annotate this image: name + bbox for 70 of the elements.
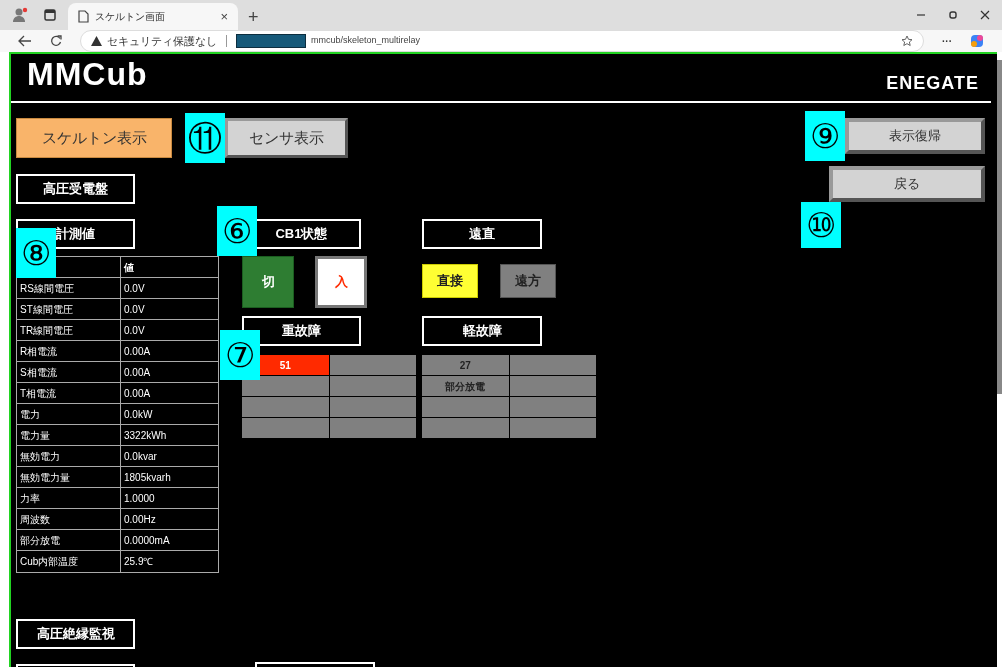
scrollbar[interactable] — [997, 60, 1002, 394]
mode-button[interactable]: スケルトン表示 — [16, 118, 172, 158]
restore-icon[interactable] — [948, 10, 958, 20]
light-fault-cell: 部分放電 — [422, 376, 509, 396]
star-icon[interactable] — [901, 35, 913, 47]
table-cell: R相電流 — [17, 341, 121, 361]
profile-icon[interactable] — [12, 7, 28, 23]
back-arrow-icon[interactable] — [18, 35, 32, 47]
table-cell: RS線間電圧 — [17, 278, 121, 298]
table-cell: 力率 — [17, 488, 121, 508]
url-text: mmcub/skeleton_multirelay — [311, 34, 421, 48]
mode-toggle[interactable]: 直接 — [422, 264, 478, 298]
redacted-block — [236, 34, 306, 48]
breaker-button[interactable]: 入 — [315, 256, 367, 308]
browser-tab[interactable]: スケルトン画面 × — [68, 3, 238, 30]
light-fault-cell: 27 — [422, 355, 509, 375]
url-field[interactable]: セキュリティ保護なし mmcub/skeleton_multirelay — [80, 30, 924, 52]
security-warning: セキュリティ保護なし — [107, 33, 217, 49]
table-cell-text: 0.00A — [123, 365, 152, 380]
number-marker: ⑪ — [185, 113, 225, 163]
table-cell-text: 0.00A — [123, 344, 152, 359]
number-marker: ⑥ — [217, 206, 257, 256]
nav-button[interactable]: 表示復帰 — [845, 118, 985, 154]
mode-toggle[interactable]: 遠方 — [500, 264, 556, 298]
copilot-icon[interactable] — [970, 34, 984, 48]
logo: MMCub — [27, 58, 148, 90]
warning-icon — [91, 36, 102, 46]
section-title: 高圧受電盤 — [16, 174, 135, 204]
table-cell: 周波数 — [17, 509, 121, 529]
close-icon[interactable] — [980, 10, 990, 20]
table-cell: S相電流 — [17, 362, 121, 382]
tab-close-button[interactable]: × — [220, 6, 228, 27]
section-title: 高圧絶縁監視 — [16, 619, 135, 649]
column-header: 値 — [123, 260, 135, 275]
section-title: 軽故障 — [422, 316, 542, 346]
new-tab-button[interactable]: + — [248, 8, 259, 26]
table-cell-text: 1805kvarh — [123, 470, 172, 485]
table-cell-text: 0.0V — [123, 302, 146, 317]
table-cell: Cub内部温度 — [17, 551, 121, 572]
mode-button[interactable]: センサ表示 — [225, 118, 348, 158]
tab-title: スケルトン画面 — [95, 10, 166, 24]
tab-strip-icon[interactable] — [44, 9, 56, 21]
nav-button[interactable]: 戻る — [829, 166, 985, 202]
number-marker: ⑧ — [16, 228, 56, 278]
table-cell: 部分放電 — [17, 530, 121, 550]
section-title: 遠直 — [422, 219, 542, 249]
table-cell: 電力量 — [17, 425, 121, 445]
table-cell-text: 3322kWh — [123, 428, 168, 443]
table-cell-text: 0.00Hz — [123, 512, 157, 527]
table-cell-text: 0.0V — [123, 281, 146, 296]
number-marker: ⑩ — [801, 202, 841, 248]
table-cell: ST線間電圧 — [17, 299, 121, 319]
table-cell: T相電流 — [17, 383, 121, 403]
table-cell-text: 0.0000mA — [123, 533, 171, 548]
table-cell: TR線間電圧 — [17, 320, 121, 340]
page-icon — [78, 10, 89, 23]
table-cell: 無効電力 — [17, 446, 121, 466]
table-cell: 無効電力量 — [17, 467, 121, 487]
table-cell-text: 0.00A — [123, 386, 152, 401]
number-marker: ⑨ — [805, 111, 845, 161]
brand-name: ENEGATE — [886, 72, 979, 95]
table-cell-text: 25.9℃ — [123, 555, 155, 569]
table-cell-text: 1.0000 — [123, 491, 156, 506]
table-cell-text: 0.0V — [123, 323, 146, 338]
table-cell: 電力 — [17, 404, 121, 424]
breaker-button[interactable]: 切 — [242, 256, 294, 308]
reload-icon[interactable] — [50, 35, 62, 47]
more-button[interactable]: ··· — [942, 33, 952, 49]
table-cell-text: 0.0kvar — [123, 449, 158, 464]
table-cell-text: 0.0kW — [123, 407, 154, 422]
